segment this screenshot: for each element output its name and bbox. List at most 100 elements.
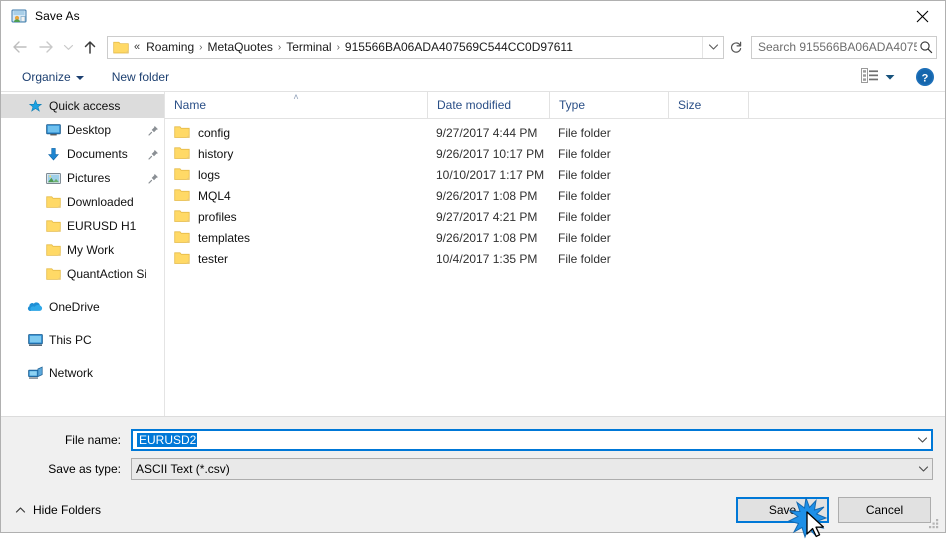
help-icon: ? [916, 68, 934, 86]
breadcrumb-item-terminal[interactable]: Terminal [282, 38, 335, 56]
help-button[interactable]: ? [915, 67, 935, 87]
sidebar-item-pictures[interactable]: Pictures [1, 166, 164, 190]
sidebar-item-quantaction-signal[interactable]: QuantAction Signal [1, 262, 164, 286]
file-type-cell: File folder [558, 230, 611, 245]
forward-button[interactable] [33, 34, 59, 60]
sidebar-item-quick-access[interactable]: Quick access [1, 94, 164, 118]
folder-icon [174, 230, 190, 246]
navigation-bar: « Roaming › MetaQuotes › Terminal › 9155… [1, 31, 945, 63]
table-row[interactable]: MQL4 9/26/2017 1:08 PM File folder [165, 185, 945, 206]
form-area: File name: EURUSD2 Save as type: ASCII T… [1, 417, 945, 487]
file-name-label: MQL4 [198, 188, 231, 203]
sidebar-item-onedrive[interactable]: OneDrive [1, 295, 164, 319]
column-header-name[interactable]: ˄ Name [165, 92, 427, 118]
recent-locations-chevron-down-icon[interactable] [59, 34, 77, 60]
file-name-label: File name: [64, 433, 121, 447]
table-row[interactable]: templates 9/26/2017 1:08 PM File folder [165, 227, 945, 248]
column-header-size[interactable]: Size [668, 92, 748, 118]
folder-icon [174, 188, 190, 204]
save-as-type-value: ASCII Text (*.csv) [136, 462, 230, 476]
file-name-label: tester [198, 251, 229, 266]
file-name-label: history [198, 146, 234, 161]
sidebar-item-label: Pictures [67, 171, 111, 185]
file-type-cell: File folder [558, 125, 611, 140]
file-date-cell: 10/4/2017 1:35 PM [436, 251, 538, 266]
column-header-date-modified[interactable]: Date modified [427, 92, 549, 118]
pin-icon[interactable] [146, 173, 160, 184]
file-type-cell: File folder [558, 167, 611, 182]
toolbar: Organize New folder ? [1, 63, 945, 92]
breadcrumb: « Roaming › MetaQuotes › Terminal › 9155… [133, 38, 702, 56]
breadcrumb-item-roaming[interactable]: Roaming [142, 38, 198, 56]
table-row[interactable]: logs 10/10/2017 1:17 PM File folder [165, 164, 945, 185]
sort-ascending-icon: ˄ [293, 92, 299, 102]
sidebar-item-network[interactable]: Network [1, 361, 164, 385]
sidebar-item-my-work[interactable]: My Work [1, 238, 164, 262]
folder-icon [174, 209, 190, 225]
file-list-pane: ˄ Name Date modified Type Size config 9/… [165, 92, 945, 416]
sidebar-item-this-pc[interactable]: This PC [1, 328, 164, 352]
sidebar-item-label: This PC [49, 333, 92, 347]
file-date-cell: 9/26/2017 1:08 PM [436, 188, 538, 203]
change-view-button[interactable] [857, 66, 899, 88]
sidebar-item-label: My Work [67, 243, 115, 257]
column-header-label: Size [678, 98, 702, 112]
sidebar-item-eurusd-h1[interactable]: EURUSD H1 [1, 214, 164, 238]
window-title: Save As [35, 9, 80, 23]
address-chevron-down-icon[interactable] [702, 36, 723, 58]
search-box[interactable]: Search 915566BA06ADA40756... [751, 35, 937, 59]
file-name-input[interactable]: EURUSD2 [131, 429, 933, 451]
sidebar-item-desktop[interactable]: Desktop [1, 118, 164, 142]
file-type-cell: File folder [558, 251, 611, 266]
sidebar-item-label: Quick access [49, 99, 121, 113]
table-row[interactable]: history 9/26/2017 10:17 PM File folder [165, 143, 945, 164]
folder-icon [113, 40, 129, 54]
back-button[interactable] [7, 34, 33, 60]
up-button[interactable] [77, 34, 103, 60]
documents-icon [45, 146, 61, 162]
file-name-cell: config [165, 125, 427, 141]
file-type-cell: File folder [558, 146, 611, 161]
column-header-type[interactable]: Type [549, 92, 668, 118]
resize-grip[interactable] [928, 516, 941, 529]
breadcrumb-item-metaquotes[interactable]: MetaQuotes [204, 38, 277, 56]
file-name-chevron-down-icon[interactable] [914, 436, 931, 444]
sidebar-item-downloaded[interactable]: Downloaded [1, 190, 164, 214]
file-date-cell: 9/26/2017 10:17 PM [436, 146, 545, 161]
file-name-cell: profiles [165, 209, 427, 225]
breadcrumb-overflow[interactable]: « [133, 41, 142, 53]
file-name-selected-text: EURUSD2 [137, 433, 198, 447]
column-header-label: Name [174, 98, 207, 112]
onedrive-icon [27, 299, 43, 315]
save-as-type-chevron-down-icon[interactable] [915, 465, 932, 473]
close-button[interactable] [899, 1, 945, 31]
sidebar-item-label: QuantAction Signal [67, 267, 146, 281]
pin-icon[interactable] [146, 149, 160, 160]
view-list-icon [861, 68, 879, 86]
save-button[interactable]: Save [736, 496, 829, 523]
refresh-icon[interactable] [724, 36, 748, 59]
table-row[interactable]: profiles 9/27/2017 4:21 PM File folder [165, 206, 945, 227]
sidebar-item-label: Network [49, 366, 94, 380]
folder-icon [174, 251, 190, 267]
file-date-cell: 10/10/2017 1:17 PM [436, 167, 545, 182]
file-name-value[interactable]: EURUSD2 [133, 433, 914, 447]
new-folder-button[interactable]: New folder [105, 67, 176, 87]
table-row[interactable]: config 9/27/2017 4:44 PM File folder [165, 122, 945, 143]
table-row[interactable]: tester 10/4/2017 1:35 PM File folder [165, 248, 945, 269]
dialog-body: Quick access Desktop Documents Pictures … [1, 92, 945, 417]
sidebar-item-label: EURUSD H1 [67, 219, 137, 233]
pin-icon[interactable] [146, 125, 160, 136]
search-input[interactable]: Search 915566BA06ADA40756... [752, 40, 917, 54]
hide-folders-button[interactable]: Hide Folders [11, 500, 105, 520]
breadcrumb-item-guid[interactable]: 915566BA06ADA407569C544CC0D97611 [341, 38, 577, 56]
folder-icon [45, 266, 61, 282]
file-type-cell: File folder [558, 188, 611, 203]
address-bar[interactable]: « Roaming › MetaQuotes › Terminal › 9155… [107, 35, 724, 59]
organize-button[interactable]: Organize [15, 67, 91, 87]
save-as-type-select[interactable]: ASCII Text (*.csv) [131, 458, 933, 480]
file-name-label: logs [198, 167, 221, 182]
cancel-button[interactable]: Cancel [838, 496, 931, 523]
sidebar-item-documents[interactable]: Documents [1, 142, 164, 166]
